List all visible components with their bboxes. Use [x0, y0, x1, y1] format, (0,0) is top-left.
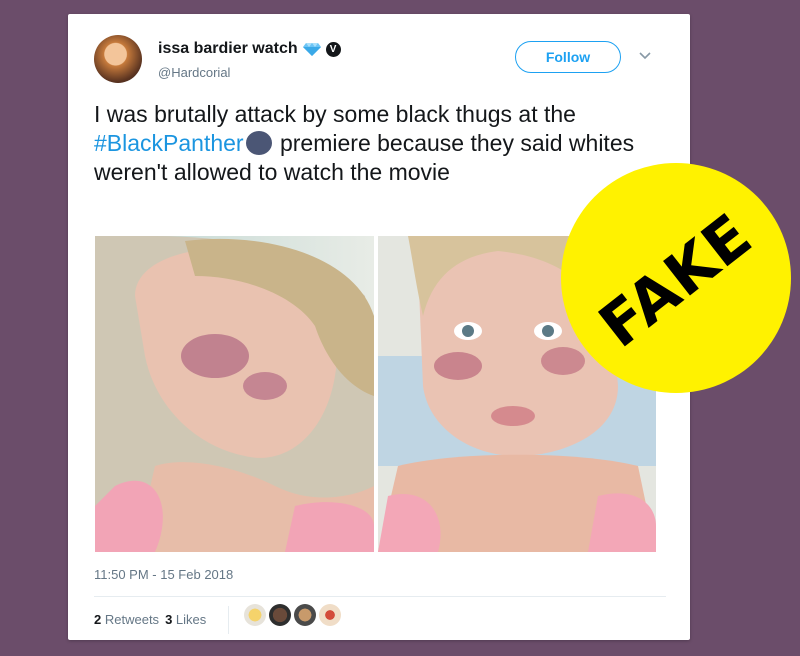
liker-avatars — [244, 604, 341, 626]
diamond-icon — [302, 43, 321, 56]
liker-avatar[interactable] — [294, 604, 316, 626]
black-panther-emoji-icon — [245, 131, 272, 155]
verified-icon: V — [325, 41, 341, 57]
retweets-label: Retweets — [104, 612, 160, 627]
tweet-timestamp[interactable]: 11:50 PM - 15 Feb 2018 — [94, 567, 233, 582]
follow-button[interactable]: Follow — [515, 41, 621, 73]
hashtag-link[interactable]: #BlackPanther — [94, 130, 244, 156]
author-name[interactable]: issa bardier watch — [158, 40, 298, 58]
likes-count: 3 — [165, 612, 173, 627]
tweet-text-start: I was brutally attack by some black thug… — [94, 101, 576, 127]
likes-stat[interactable]: 3 Likes — [165, 612, 206, 627]
author-row: issa bardier watch V — [158, 40, 341, 58]
chevron-down-icon[interactable] — [639, 52, 651, 60]
liker-avatar[interactable] — [319, 604, 341, 626]
avatar[interactable] — [94, 35, 142, 83]
tweet-photo-left[interactable] — [95, 236, 374, 552]
tweet-text: I was brutally attack by some black thug… — [94, 100, 674, 187]
fake-stamp-text: FAKE — [586, 200, 766, 362]
retweets-stat[interactable]: 2 Retweets — [94, 612, 159, 627]
tweet-stats: 2 Retweets 3 Likes — [94, 612, 206, 627]
likes-label: Likes — [175, 612, 207, 627]
liker-avatar[interactable] — [269, 604, 291, 626]
stats-separator — [228, 606, 229, 634]
author-handle[interactable]: @Hardcorial — [158, 65, 230, 80]
liker-avatar[interactable] — [244, 604, 266, 626]
retweets-count: 2 — [94, 612, 102, 627]
divider — [94, 596, 666, 597]
fake-stamp: FAKE — [561, 163, 791, 393]
